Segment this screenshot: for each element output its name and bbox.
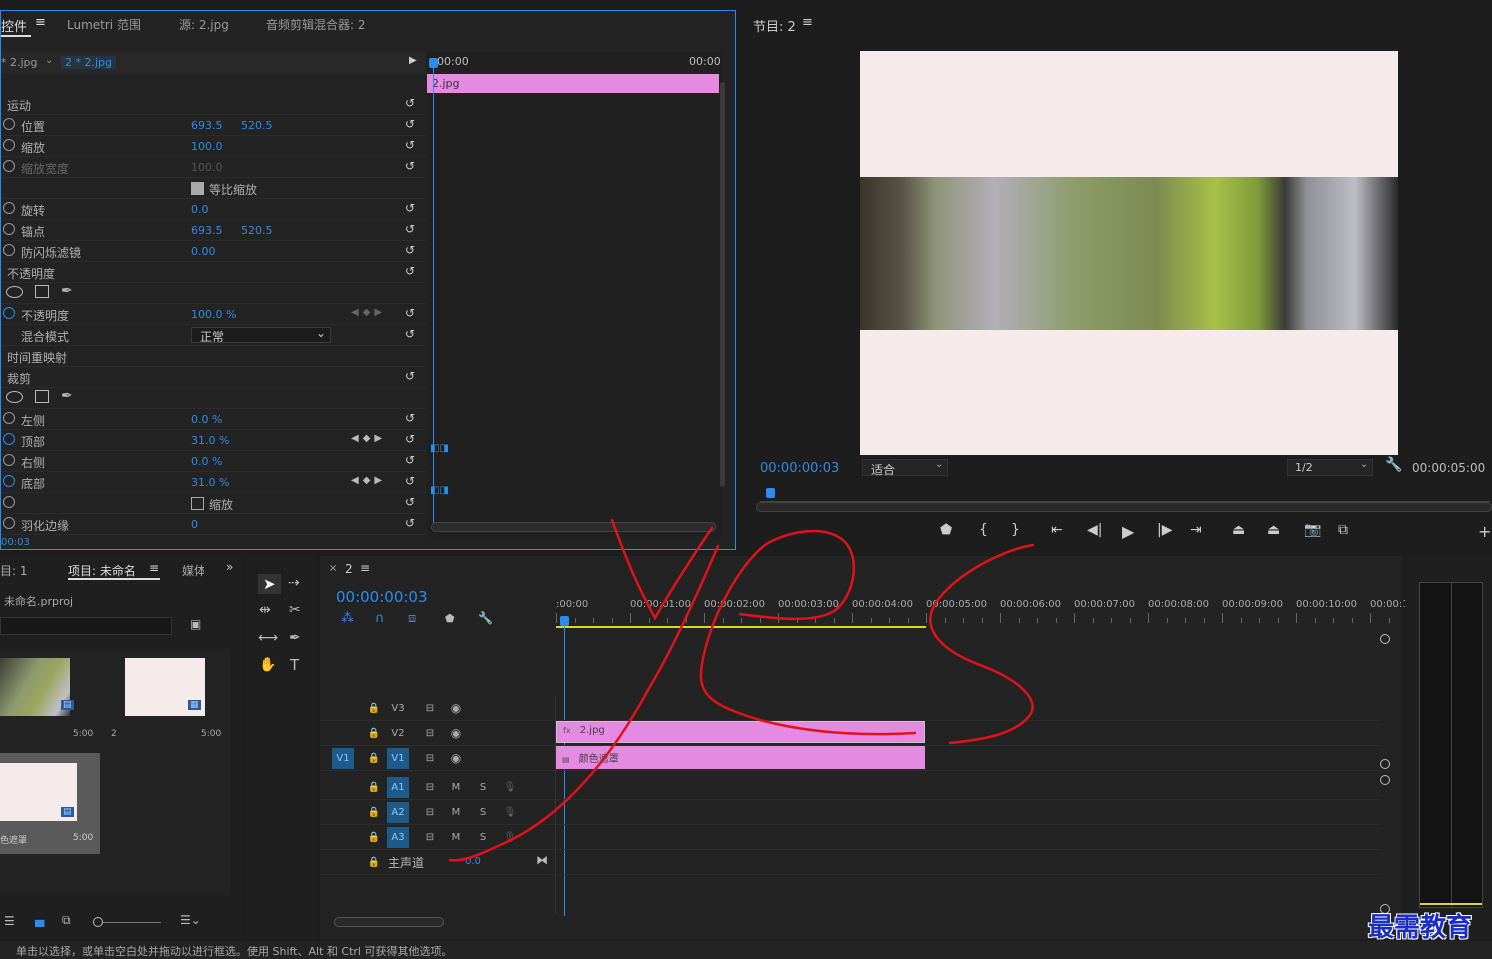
handwritten-annotation xyxy=(448,518,1035,862)
watermark-logo: 最需教育 xyxy=(1368,913,1473,943)
